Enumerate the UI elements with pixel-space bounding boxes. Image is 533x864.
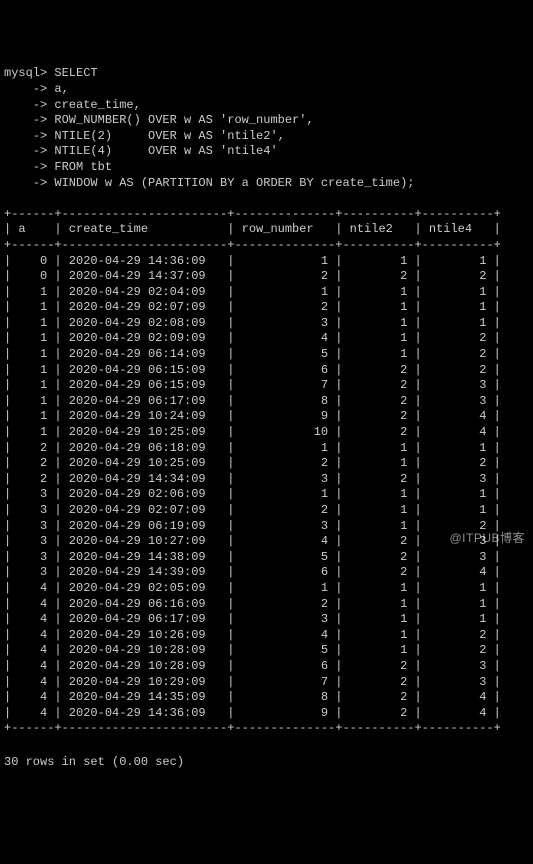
- query-line: -> a,: [4, 82, 529, 98]
- rows-count-footer: 30 rows in set (0.00 sec): [4, 755, 529, 771]
- table-row: | 4 | 2020-04-29 10:28:09 | 5 | 1 | 2 |: [4, 643, 529, 659]
- table-row: | 3 | 2020-04-29 14:38:09 | 5 | 2 | 3 |: [4, 550, 529, 566]
- table-row: | 0 | 2020-04-29 14:36:09 | 1 | 1 | 1 |: [4, 254, 529, 270]
- table-row: | 4 | 2020-04-29 14:35:09 | 8 | 2 | 4 |: [4, 690, 529, 706]
- result-table: +------+-----------------------+--------…: [4, 207, 529, 737]
- query-line: -> FROM tbt: [4, 160, 529, 176]
- table-row: | 4 | 2020-04-29 10:26:09 | 4 | 1 | 2 |: [4, 628, 529, 644]
- table-header-row: | a | create_time | row_number | ntile2 …: [4, 222, 529, 238]
- table-row: | 1 | 2020-04-29 06:17:09 | 8 | 2 | 3 |: [4, 394, 529, 410]
- table-separator: +------+-----------------------+--------…: [4, 721, 529, 737]
- query-line: -> ROW_NUMBER() OVER w AS 'row_number',: [4, 113, 529, 129]
- watermark: @ITPUB博客: [449, 531, 525, 547]
- table-row: | 1 | 2020-04-29 02:04:09 | 1 | 1 | 1 |: [4, 285, 529, 301]
- table-row: | 3 | 2020-04-29 02:07:09 | 2 | 1 | 1 |: [4, 503, 529, 519]
- table-row: | 4 | 2020-04-29 10:28:09 | 6 | 2 | 3 |: [4, 659, 529, 675]
- table-row: | 4 | 2020-04-29 06:17:09 | 3 | 1 | 1 |: [4, 612, 529, 628]
- table-separator: +------+-----------------------+--------…: [4, 238, 529, 254]
- table-row: | 2 | 2020-04-29 06:18:09 | 1 | 1 | 1 |: [4, 441, 529, 457]
- table-row: | 1 | 2020-04-29 06:14:09 | 5 | 1 | 2 |: [4, 347, 529, 363]
- table-row: | 4 | 2020-04-29 06:16:09 | 2 | 1 | 1 |: [4, 597, 529, 613]
- query-line: -> NTILE(2) OVER w AS 'ntile2',: [4, 129, 529, 145]
- table-row: | 1 | 2020-04-29 10:25:09 | 10 | 2 | 4 |: [4, 425, 529, 441]
- table-row: | 2 | 2020-04-29 10:25:09 | 2 | 1 | 2 |: [4, 456, 529, 472]
- table-row: | 1 | 2020-04-29 06:15:09 | 6 | 2 | 2 |: [4, 363, 529, 379]
- query-line: -> WINDOW w AS (PARTITION BY a ORDER BY …: [4, 176, 529, 192]
- table-row: | 3 | 2020-04-29 14:39:09 | 6 | 2 | 4 |: [4, 565, 529, 581]
- table-row: | 1 | 2020-04-29 02:07:09 | 2 | 1 | 1 |: [4, 300, 529, 316]
- table-row: | 4 | 2020-04-29 02:05:09 | 1 | 1 | 1 |: [4, 581, 529, 597]
- query-line: -> NTILE(4) OVER w AS 'ntile4': [4, 144, 529, 160]
- table-row: | 1 | 2020-04-29 10:24:09 | 9 | 2 | 4 |: [4, 409, 529, 425]
- query-line: mysql> SELECT: [4, 66, 529, 82]
- table-row: | 4 | 2020-04-29 14:36:09 | 9 | 2 | 4 |: [4, 706, 529, 722]
- table-row: | 3 | 2020-04-29 02:06:09 | 1 | 1 | 1 |: [4, 487, 529, 503]
- query-line: -> create_time,: [4, 98, 529, 114]
- table-row: | 2 | 2020-04-29 14:34:09 | 3 | 2 | 3 |: [4, 472, 529, 488]
- table-row: | 4 | 2020-04-29 10:29:09 | 7 | 2 | 3 |: [4, 675, 529, 691]
- table-separator: +------+-----------------------+--------…: [4, 207, 529, 223]
- table-row: | 1 | 2020-04-29 06:15:09 | 7 | 2 | 3 |: [4, 378, 529, 394]
- sql-query-block: mysql> SELECT -> a, -> create_time, -> R…: [4, 66, 529, 191]
- table-row: | 1 | 2020-04-29 02:08:09 | 3 | 1 | 1 |: [4, 316, 529, 332]
- table-row: | 0 | 2020-04-29 14:37:09 | 2 | 2 | 2 |: [4, 269, 529, 285]
- table-row: | 1 | 2020-04-29 02:09:09 | 4 | 1 | 2 |: [4, 331, 529, 347]
